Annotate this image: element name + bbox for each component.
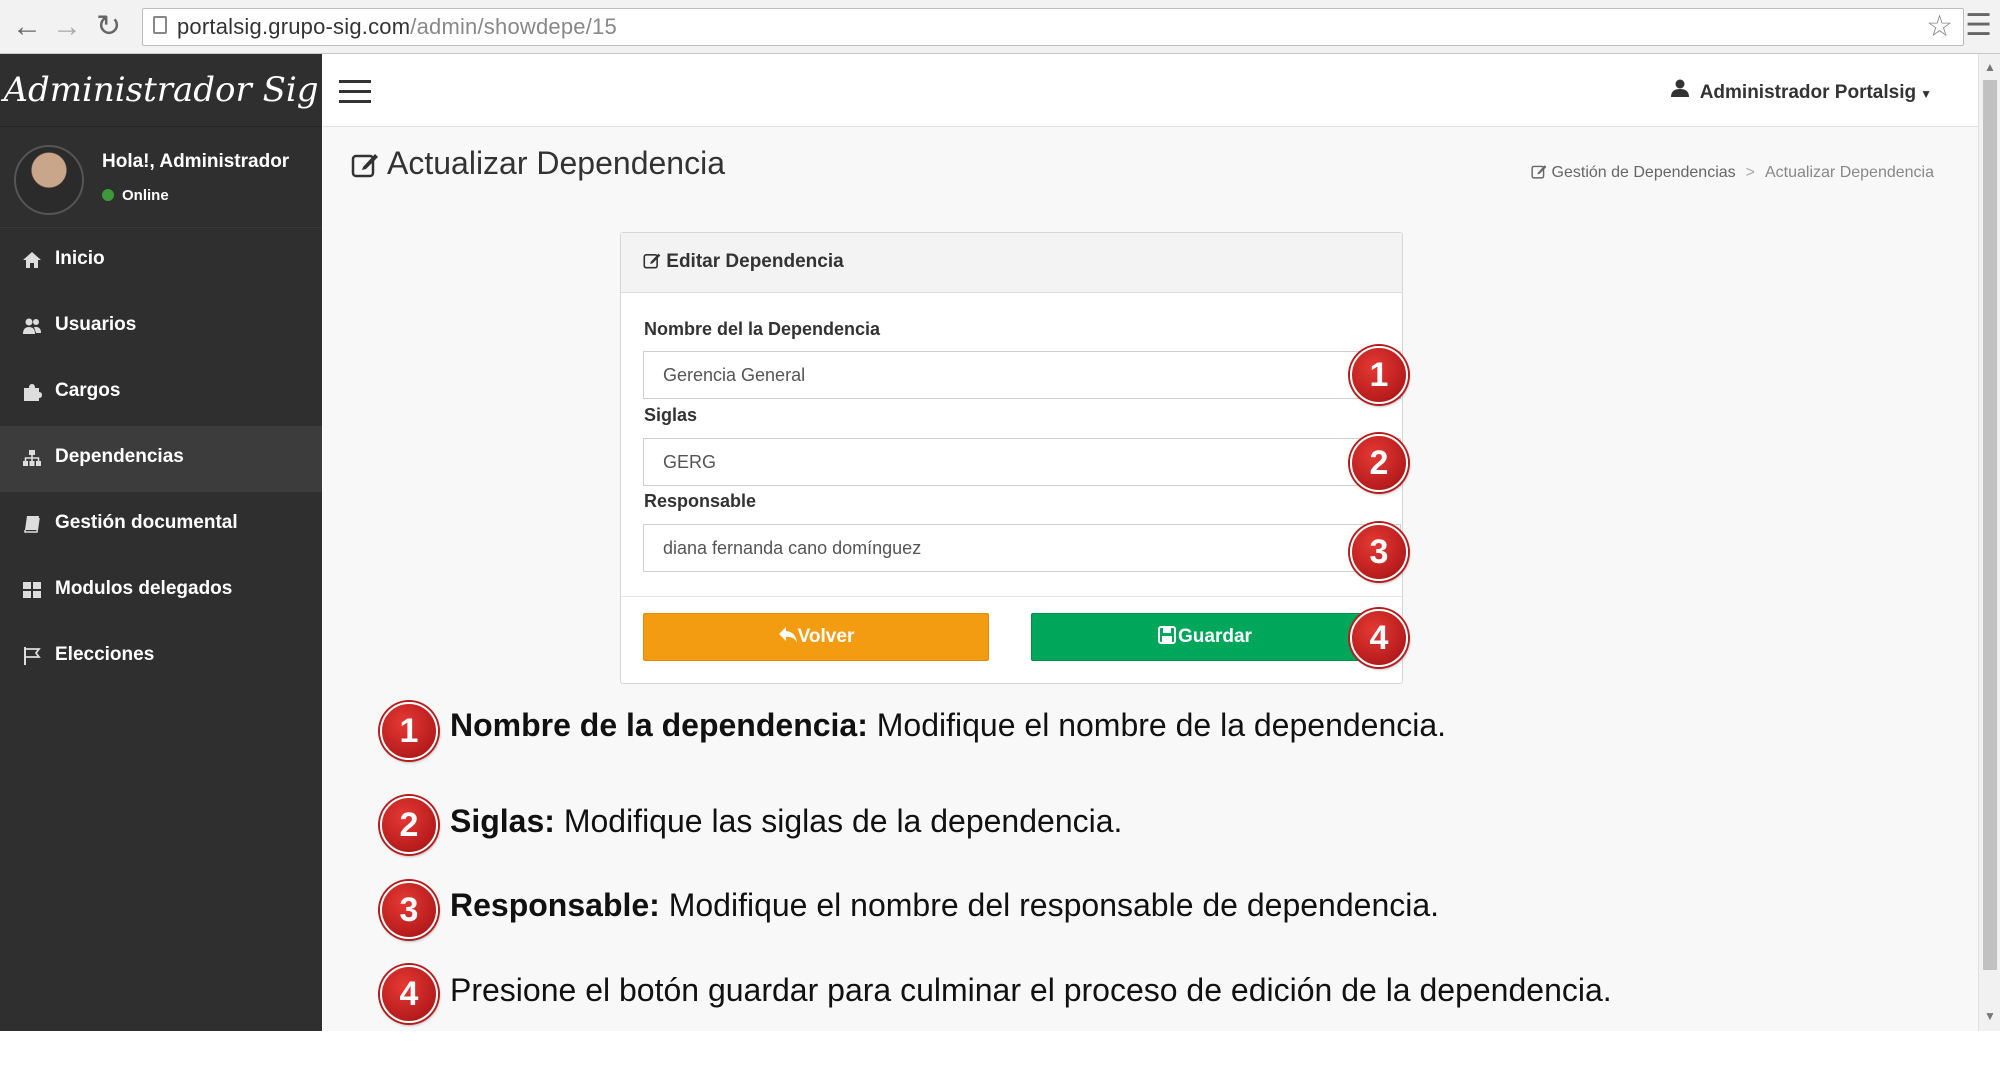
user-menu[interactable]: Administrador Portalsig ▼	[1670, 78, 1932, 104]
user-status: Online	[102, 187, 169, 204]
note-badge-4: 4	[380, 965, 438, 1023]
edit-icon	[643, 253, 661, 269]
sidebar-item-label: Modulos delegados	[55, 578, 233, 599]
sidebar-nav: Inicio Usuarios Cargos Dependencias Gest…	[0, 228, 322, 690]
sidebar-item-label: Elecciones	[55, 644, 155, 665]
online-dot-icon	[102, 189, 114, 201]
volver-button[interactable]: Volver	[643, 613, 989, 661]
guardar-button[interactable]: Guardar	[1031, 613, 1379, 661]
main-content: Actualizar Dependencia Gestión de Depend…	[323, 127, 1978, 1031]
note-badge-3: 3	[380, 881, 438, 939]
scroll-up-icon[interactable]: ▲	[1984, 60, 1996, 74]
user-menu-label: Administrador Portalsig	[1699, 82, 1917, 103]
box-header: Editar Dependencia	[621, 233, 1402, 293]
callout-badge-2: 2	[1350, 434, 1408, 492]
sidebar-item-label: Dependencias	[55, 446, 184, 467]
browser-toolbar: ← → ↻ portalsig.grupo-sig.com/admin/show…	[0, 0, 2000, 54]
page-icon	[153, 16, 167, 34]
callout-badge-1: 1	[1350, 346, 1408, 404]
brand-logo[interactable]: Administrador Sig	[0, 54, 322, 127]
reply-icon	[778, 627, 797, 643]
page-title: Actualizar Dependencia	[351, 145, 725, 182]
sidebar-item-elecciones[interactable]: Elecciones	[0, 624, 322, 690]
save-icon	[1158, 626, 1177, 644]
box-footer: Volver Guardar	[621, 596, 1402, 684]
breadcrumb-link[interactable]: Gestión de Dependencias	[1552, 164, 1736, 181]
sitemap-icon	[22, 448, 42, 468]
sidebar-item-label: Inicio	[55, 248, 105, 269]
note-4: Presione el botón guardar para culminar …	[450, 972, 1612, 1008]
callout-badge-4: 4	[1350, 609, 1408, 667]
note-2: Siglas: Modifique las siglas de la depen…	[450, 803, 1123, 839]
users-icon	[22, 316, 42, 336]
caret-down-icon: ▼	[1920, 87, 1932, 101]
top-header: Administrador Portalsig ▼	[323, 54, 1978, 127]
sidebar-item-inicio[interactable]: Inicio	[0, 228, 322, 294]
note-badge-1: 1	[380, 702, 438, 760]
vertical-scrollbar[interactable]: ▲ ▼	[1978, 54, 2000, 1031]
siglas-label: Siglas	[644, 405, 698, 425]
puzzle-icon	[22, 382, 42, 402]
url-text: portalsig.grupo-sig.com/admin/showdepe/1…	[177, 14, 617, 39]
scrollbar-thumb[interactable]	[1983, 80, 1997, 970]
sidebar-item-label: Usuarios	[55, 314, 137, 335]
edit-icon	[351, 149, 379, 178]
hamburger-menu-icon[interactable]	[339, 80, 371, 110]
sidebar: Administrador Sig Hola!, Administrador O…	[0, 54, 322, 1031]
flag-icon	[22, 646, 42, 666]
sidebar-item-label: Gestión documental	[55, 512, 238, 533]
scroll-down-icon[interactable]: ▼	[1984, 1009, 1996, 1023]
sidebar-item-label: Cargos	[55, 380, 121, 401]
book-icon	[22, 514, 42, 534]
edit-form-box: Editar Dependencia Nombre del la Depende…	[620, 232, 1403, 684]
grid-icon	[22, 580, 42, 600]
box-title: Editar Dependencia	[643, 251, 844, 273]
responsable-label: Responsable	[644, 491, 757, 511]
browser-menu-icon[interactable]: ☰	[1965, 8, 1992, 43]
nombre-label: Nombre del la Dependencia	[644, 319, 881, 339]
responsable-input[interactable]: diana fernanda cano domínguez	[643, 524, 1401, 572]
sidebar-item-dependencias[interactable]: Dependencias	[0, 426, 322, 492]
address-bar[interactable]: portalsig.grupo-sig.com/admin/showdepe/1…	[142, 8, 1964, 46]
sidebar-item-gestion-documental[interactable]: Gestión documental	[0, 492, 322, 558]
forward-arrow-icon[interactable]: →	[52, 10, 82, 44]
bookmark-star-icon[interactable]: ☆	[1926, 9, 1953, 44]
sidebar-item-modulos-delegados[interactable]: Modulos delegados	[0, 558, 322, 624]
sidebar-item-usuarios[interactable]: Usuarios	[0, 294, 322, 360]
nombre-input[interactable]: Gerencia General	[643, 351, 1401, 399]
sidebar-item-cargos[interactable]: Cargos	[0, 360, 322, 426]
breadcrumb-edit-icon	[1531, 164, 1551, 181]
note-badge-2: 2	[380, 796, 438, 854]
back-arrow-icon[interactable]: ←	[12, 10, 42, 44]
breadcrumb: Gestión de Dependencias > Actualizar Depen…	[1531, 163, 1934, 182]
avatar	[14, 145, 84, 215]
siglas-input[interactable]: GERG	[643, 438, 1401, 486]
note-3: Responsable: Modifique el nombre del res…	[450, 887, 1440, 923]
user-panel: Hola!, Administrador Online	[0, 127, 322, 228]
breadcrumb-current: Actualizar Dependencia	[1765, 164, 1934, 181]
user-icon	[1670, 78, 1690, 104]
home-icon	[22, 250, 42, 270]
reload-icon[interactable]: ↻	[96, 10, 121, 44]
note-1: Nombre de la dependencia: Modifique el n…	[450, 707, 1447, 743]
callout-badge-3: 3	[1350, 523, 1408, 581]
user-greeting: Hola!, Administrador	[102, 151, 290, 172]
